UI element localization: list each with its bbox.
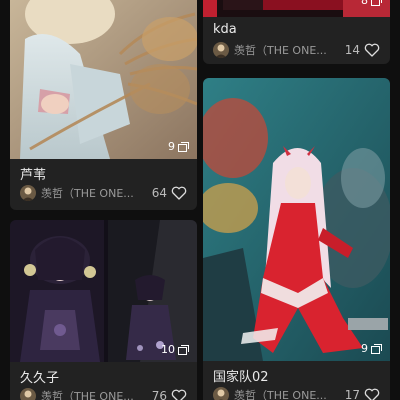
post-card-kda[interactable]: 8 kda 羡哲（THE ONE... 14	[203, 0, 390, 64]
photo-count: 8	[361, 0, 368, 7]
post-title[interactable]: 久久子	[20, 367, 59, 386]
stack-icon	[371, 343, 382, 354]
photo-count: 9	[168, 140, 175, 153]
author-avatar[interactable]	[213, 42, 229, 58]
stack-icon	[371, 0, 382, 6]
post-card-jiujiuzi[interactable]: 10 久久子 羡哲（THE ONE... 76	[10, 220, 197, 400]
photo-count-badge: 8	[361, 0, 382, 7]
stack-icon	[178, 344, 189, 355]
author-name[interactable]: 羡哲（THE ONE...	[41, 185, 148, 201]
like-button[interactable]: 64	[152, 186, 187, 200]
stack-icon	[178, 141, 189, 152]
photo-count: 10	[161, 343, 175, 356]
like-button[interactable]: 17	[345, 388, 380, 400]
heart-outline-icon	[171, 186, 187, 200]
author-avatar[interactable]	[20, 388, 36, 400]
post-photo[interactable]: 9	[203, 78, 390, 361]
post-meta: 羡哲（THE ONE... 17	[213, 386, 380, 400]
post-meta: 羡哲（THE ONE... 76	[20, 387, 187, 400]
photo-count: 9	[361, 342, 368, 355]
heart-outline-icon	[364, 388, 380, 400]
heart-outline-icon	[171, 389, 187, 400]
like-count: 76	[151, 389, 167, 400]
post-photo[interactable]: 8	[203, 0, 390, 17]
like-count: 14	[344, 43, 360, 57]
author-avatar[interactable]	[213, 387, 229, 400]
author-avatar[interactable]	[20, 185, 36, 201]
post-photo[interactable]: 9	[10, 0, 197, 159]
like-count: 64	[151, 186, 167, 200]
photo-count-badge: 10	[161, 343, 189, 356]
like-button[interactable]: 76	[152, 389, 187, 400]
author-name[interactable]: 羡哲（THE ONE...	[234, 387, 341, 400]
like-button[interactable]: 14	[345, 43, 380, 57]
photo-count-badge: 9	[361, 342, 382, 355]
author-name[interactable]: 羡哲（THE ONE...	[234, 42, 341, 58]
post-title[interactable]: 国家队02	[213, 366, 269, 385]
post-title[interactable]: 芦苇	[20, 164, 46, 183]
photo-reed-girl	[10, 0, 197, 159]
heart-outline-icon	[364, 43, 380, 57]
post-card-guojiadui02[interactable]: 9 国家队02 羡哲（THE ONE... 17	[203, 78, 390, 400]
author-name[interactable]: 羡哲（THE ONE...	[41, 388, 148, 400]
post-meta: 羡哲（THE ONE... 14	[213, 41, 380, 59]
post-photo[interactable]: 10	[10, 220, 197, 362]
photo-red-suit	[203, 78, 390, 361]
post-meta: 羡哲（THE ONE... 64	[20, 184, 187, 202]
post-card-reed[interactable]: 9 芦苇 羡哲（THE ONE... 64	[10, 0, 197, 210]
photo-gothic-girl	[10, 220, 197, 362]
photo-count-badge: 9	[168, 140, 189, 153]
post-title[interactable]: kda	[213, 22, 237, 37]
like-count: 17	[344, 388, 360, 400]
